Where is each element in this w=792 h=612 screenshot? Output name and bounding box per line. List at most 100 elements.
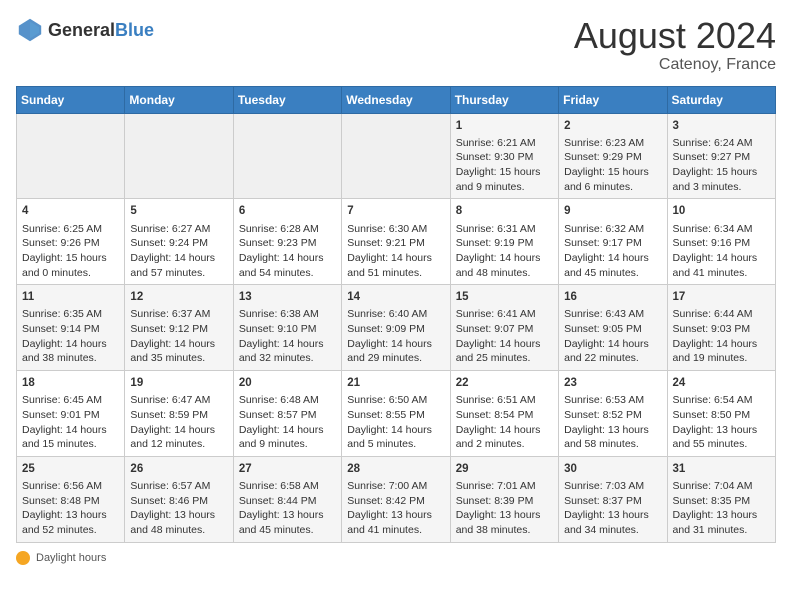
weekday-header-row: SundayMondayTuesdayWednesdayThursdayFrid… <box>17 86 776 113</box>
weekday-friday: Friday <box>559 86 667 113</box>
day-number: 2 <box>564 118 661 134</box>
table-row: 8Sunrise: 6:31 AMSunset: 9:19 PMDaylight… <box>450 199 558 285</box>
table-row: 15Sunrise: 6:41 AMSunset: 9:07 PMDayligh… <box>450 285 558 371</box>
day-info: Sunrise: 6:27 AM <box>130 222 227 237</box>
day-number: 26 <box>130 461 227 477</box>
table-row: 10Sunrise: 6:34 AMSunset: 9:16 PMDayligh… <box>667 199 775 285</box>
day-info: Daylight: 15 hours and 0 minutes. <box>22 251 119 280</box>
day-info: Sunrise: 6:23 AM <box>564 136 661 151</box>
table-row <box>125 113 233 199</box>
table-row: 11Sunrise: 6:35 AMSunset: 9:14 PMDayligh… <box>17 285 125 371</box>
day-info: Sunrise: 6:58 AM <box>239 479 336 494</box>
table-row: 17Sunrise: 6:44 AMSunset: 9:03 PMDayligh… <box>667 285 775 371</box>
day-info: Sunrise: 6:54 AM <box>673 393 770 408</box>
day-info: Sunrise: 6:48 AM <box>239 393 336 408</box>
table-row: 2Sunrise: 6:23 AMSunset: 9:29 PMDaylight… <box>559 113 667 199</box>
day-info: Sunset: 9:17 PM <box>564 236 661 251</box>
table-row: 25Sunrise: 6:56 AMSunset: 8:48 PMDayligh… <box>17 456 125 542</box>
day-number: 22 <box>456 375 553 391</box>
day-info: Sunset: 9:30 PM <box>456 150 553 165</box>
table-row: 31 Sunrise: 7:04 AMSunset: 8:35 PMDayligh… <box>667 456 775 542</box>
day-info: Sunrise: 6:37 AM <box>130 307 227 322</box>
day-info: Daylight: 14 hours and 29 minutes. <box>347 337 444 366</box>
calendar-table: SundayMondayTuesdayWednesdayThursdayFrid… <box>16 86 776 543</box>
day-info: Sunrise: 6:41 AM <box>456 307 553 322</box>
day-info: Sunrise: 6:24 AM <box>673 136 770 151</box>
day-info: Sunrise: 6:31 AM <box>456 222 553 237</box>
table-row: 4Sunrise: 6:25 AMSunset: 9:26 PMDaylight… <box>17 199 125 285</box>
table-row: 3Sunrise: 6:24 AMSunset: 9:27 PMDaylight… <box>667 113 775 199</box>
table-row <box>233 113 341 199</box>
day-info: Sunrise: 7:04 AM <box>673 479 770 494</box>
day-info: Sunset: 9:03 PM <box>673 322 770 337</box>
day-number: 30 <box>564 461 661 477</box>
day-info: Sunrise: 7:00 AM <box>347 479 444 494</box>
day-info: Sunset: 9:14 PM <box>22 322 119 337</box>
weekday-monday: Monday <box>125 86 233 113</box>
day-info: Daylight: 13 hours and 34 minutes. <box>564 508 661 537</box>
day-info: Sunrise: 6:21 AM <box>456 136 553 151</box>
table-row: 19Sunrise: 6:47 AMSunset: 8:59 PMDayligh… <box>125 371 233 457</box>
day-info: Sunset: 9:09 PM <box>347 322 444 337</box>
day-number: 19 <box>130 375 227 391</box>
day-info: Sunset: 9:26 PM <box>22 236 119 251</box>
table-row: 21Sunrise: 6:50 AMSunset: 8:55 PMDayligh… <box>342 371 450 457</box>
day-number: 10 <box>673 203 770 219</box>
table-row: 27Sunrise: 6:58 AMSunset: 8:44 PMDayligh… <box>233 456 341 542</box>
weekday-thursday: Thursday <box>450 86 558 113</box>
day-info: Daylight: 15 hours and 9 minutes. <box>456 165 553 194</box>
day-number: 15 <box>456 289 553 305</box>
day-number: 5 <box>130 203 227 219</box>
day-number: 6 <box>239 203 336 219</box>
weekday-saturday: Saturday <box>667 86 775 113</box>
day-info: Daylight: 14 hours and 25 minutes. <box>456 337 553 366</box>
logo-icon <box>16 16 44 44</box>
day-info: Sunrise: 6:53 AM <box>564 393 661 408</box>
day-info: Daylight: 14 hours and 2 minutes. <box>456 423 553 452</box>
day-info: Daylight: 13 hours and 58 minutes. <box>564 423 661 452</box>
day-info: Daylight: 14 hours and 45 minutes. <box>564 251 661 280</box>
day-number: 29 <box>456 461 553 477</box>
day-info: Daylight: 13 hours and 48 minutes. <box>130 508 227 537</box>
main-title: August 2024 <box>574 16 776 56</box>
day-number: 20 <box>239 375 336 391</box>
day-info: Daylight: 14 hours and 48 minutes. <box>456 251 553 280</box>
day-info: Daylight: 13 hours and 41 minutes. <box>347 508 444 537</box>
day-info: Daylight: 13 hours and 31 minutes. <box>673 508 770 537</box>
day-info: Sunrise: 6:32 AM <box>564 222 661 237</box>
table-row <box>17 113 125 199</box>
table-row: 28Sunrise: 7:00 AMSunset: 8:42 PMDayligh… <box>342 456 450 542</box>
day-info: Sunset: 8:57 PM <box>239 408 336 423</box>
calendar-week-row: 11Sunrise: 6:35 AMSunset: 9:14 PMDayligh… <box>17 285 776 371</box>
day-info: Daylight: 14 hours and 9 minutes. <box>239 423 336 452</box>
day-info: Sunset: 8:50 PM <box>673 408 770 423</box>
day-info: Sunrise: 6:35 AM <box>22 307 119 322</box>
table-row: 18Sunrise: 6:45 AMSunset: 9:01 PMDayligh… <box>17 371 125 457</box>
day-info: Daylight: 14 hours and 35 minutes. <box>130 337 227 366</box>
calendar-week-row: 1Sunrise: 6:21 AMSunset: 9:30 PMDaylight… <box>17 113 776 199</box>
day-info: Daylight: 14 hours and 54 minutes. <box>239 251 336 280</box>
table-row: 6Sunrise: 6:28 AMSunset: 9:23 PMDaylight… <box>233 199 341 285</box>
day-info: Daylight: 14 hours and 22 minutes. <box>564 337 661 366</box>
day-info: Daylight: 13 hours and 38 minutes. <box>456 508 553 537</box>
day-number: 17 <box>673 289 770 305</box>
subtitle: Catenoy, France <box>574 56 776 74</box>
day-number: 27 <box>239 461 336 477</box>
day-number: 31 <box>673 461 770 477</box>
day-info: Sunrise: 7:01 AM <box>456 479 553 494</box>
day-info: Sunset: 8:35 PM <box>673 494 770 509</box>
table-row: 1Sunrise: 6:21 AMSunset: 9:30 PMDaylight… <box>450 113 558 199</box>
day-info: Daylight: 13 hours and 52 minutes. <box>22 508 119 537</box>
day-info: Daylight: 14 hours and 41 minutes. <box>673 251 770 280</box>
table-row: 20 Sunrise: 6:48 AMSunset: 8:57 PMDayligh… <box>233 371 341 457</box>
day-number: 28 <box>347 461 444 477</box>
day-info: Daylight: 15 hours and 6 minutes. <box>564 165 661 194</box>
calendar-week-row: 18Sunrise: 6:45 AMSunset: 9:01 PMDayligh… <box>17 371 776 457</box>
day-info: Sunset: 9:16 PM <box>673 236 770 251</box>
day-info: Sunset: 9:19 PM <box>456 236 553 251</box>
table-row: 26Sunrise: 6:57 AMSunset: 8:46 PMDayligh… <box>125 456 233 542</box>
day-info: Sunset: 8:46 PM <box>130 494 227 509</box>
day-number: 23 <box>564 375 661 391</box>
day-info: Sunset: 9:01 PM <box>22 408 119 423</box>
day-number: 16 <box>564 289 661 305</box>
